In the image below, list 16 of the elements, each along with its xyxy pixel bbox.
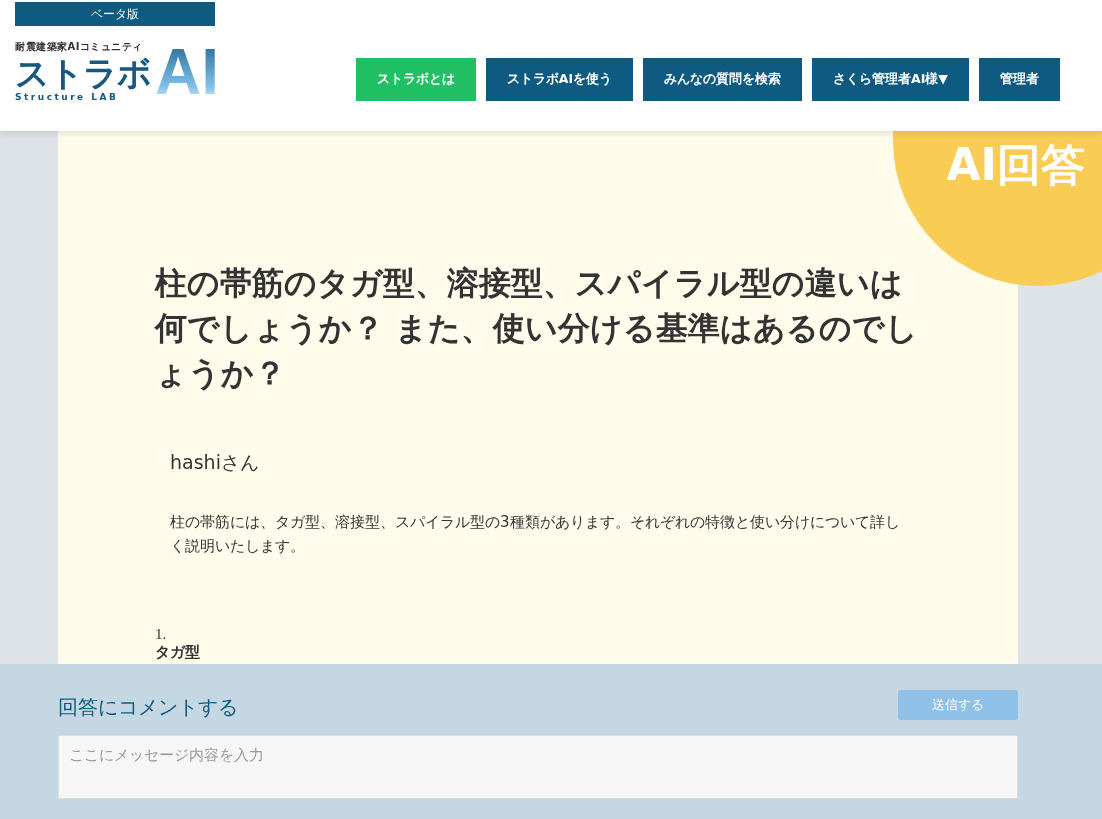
nav-button[interactable]: みんなの質問を検索 — [643, 58, 803, 101]
logo-tagline: 耐震建築家AIコミュニティ — [15, 40, 144, 54]
list-heading: タガ型 — [155, 643, 201, 662]
nav-button[interactable]: 管理者 — [979, 58, 1060, 101]
nav-button[interactable]: ストラボAIを使う — [485, 58, 634, 101]
beta-badge: ベータ版 — [15, 2, 215, 26]
answer-text: 柱の帯筋には、タガ型、溶接型、スパイラル型の3種類があります。それぞれの特徴と使い分けについて詳しく説明いたします。 — [170, 512, 901, 557]
list-number: 1. — [155, 626, 168, 643]
question-title: 柱の帯筋のタガ型、溶接型、スパイラル型の違いは何でしょうか？ また、使い分ける基準はあるのでしょうか？ — [155, 263, 920, 394]
nav-button[interactable]: さくら管理者AI様▼ — [812, 58, 969, 101]
ai-answer-label: AI回答 — [946, 138, 1085, 192]
logo-wordmark: ストラボ — [15, 54, 151, 92]
author-name: hashiさん — [170, 450, 260, 475]
message-field[interactable]: ここにメッセージ内容を入力 — [58, 735, 1018, 799]
logo-subtitle: Structure LAB — [15, 92, 120, 102]
comment-title: 回答にコメントする — [58, 694, 238, 721]
